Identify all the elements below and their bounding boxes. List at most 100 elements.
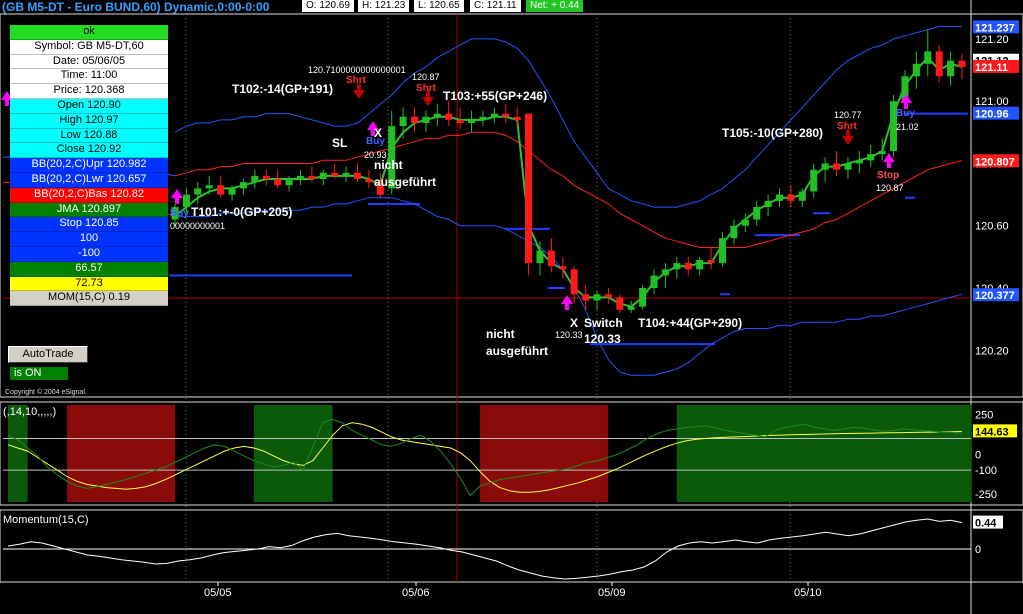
cursor-window-row: Low 120.88 [10,128,168,144]
candle-body [958,60,966,67]
trade-label-t102: T102:-14(GP+191) [232,82,334,96]
candle-body [639,288,647,307]
close-price-tag-text: 121.11 [975,62,1008,74]
autotrade-status: is ON [10,367,68,380]
cursor-window-row: MOM(15,C) 0.19 [10,291,168,307]
note-not-executed: ausgeführt [374,175,437,189]
cursor-window-row: BB(20,2,C)Bas 120.82 [10,187,168,203]
x-tick-label: 05/10 [794,587,822,599]
candle-body [570,269,578,295]
candle-body [650,275,658,289]
lower-band-tag-text: 120.377 [975,290,1015,302]
candle-body [833,163,841,170]
candle-body [559,266,567,270]
candle-body [730,225,738,239]
candle-body [935,51,943,77]
candle-body [422,116,430,123]
basis-tag-text: 120.807 [975,156,1015,168]
candle-body [912,63,920,77]
buy-signal-label: Buy [170,208,189,219]
header-bar: (GB M5-DT - Euro BUND,60) Dynamic,0:00-0… [0,0,1023,14]
cursor-window-row: Close 120.92 [10,143,168,159]
trade-label-t101: T101:+-0(GP+205) [191,205,293,219]
cci-zone [253,405,333,502]
candle-body [525,113,533,264]
price-label: 20.93 [364,150,387,160]
short-signal-label: Shrt [346,75,366,86]
buy-arrow-icon [887,162,891,168]
cursor-window-row: 100 [10,232,168,247]
candle-body [502,113,510,117]
autotrade-button[interactable]: AutoTrade [8,346,88,363]
candle-body [582,294,590,301]
cursor-window-row: Stop 120.85 [10,217,168,233]
cursor-window-row: BB(20,2,C)Upr 120.982 [10,158,168,173]
y-tick-label: 121.20 [975,34,1009,46]
cursor-window-row: Time: 11:00 [10,69,168,85]
price-label: 120.7100000000000001 [308,65,406,75]
copyright-text: Copyright © 2004 eSignal. [5,389,87,396]
y-tick-label: 120.60 [975,221,1009,233]
trade-label-t104: T104:+44(GP+290) [638,316,743,330]
candle-body [604,294,612,298]
cursor-window-row: BB(20,2,C)Lwr 120.657 [10,172,168,188]
candle-body [696,259,704,270]
cci-tick-label: 0 [975,449,981,461]
candle-body [707,259,715,264]
candle-body [353,172,361,180]
candle-body [205,185,213,189]
cursor-window-row: JMA 120.897 [10,202,168,218]
price-label: 21.02 [896,122,919,132]
y-tick-label: 121.00 [975,96,1009,108]
candle-body [479,116,487,120]
cursor-window-row: Date: 05/06/05 [10,54,168,70]
net-change-value: Net: + 0.44 [526,0,584,12]
switch-label: Switch [584,316,623,330]
cci-tick-label: -250 [975,489,997,501]
momentum-tick-label: 0 [975,544,981,556]
candle-body [947,60,955,77]
trade-label-t103: T103:+55(GP+246) [443,89,548,103]
candle-body [342,172,350,176]
candle-body [319,172,327,180]
cci-panel-label: (,14,10,,,,,) [3,406,57,418]
note-not-executed: nicht [486,327,515,341]
cursor-window-row: 66.57 [10,261,168,277]
x-tick-label: 05/06 [402,587,430,599]
note-not-executed: nicht [374,158,403,172]
candle-body [536,250,544,264]
candle-body [867,154,875,161]
stop-signal-label: Stop [877,170,900,181]
price-label: 120.33 [555,330,583,340]
cursor-window[interactable]: ok Symbol: GB M5-DT,60 Date: 05/06/05 Time:… [10,25,168,307]
candle-body [753,207,761,220]
high-value: H: 121.23 [358,0,410,12]
candle-body [787,194,795,201]
stop-tag-text: 120.96 [975,109,1009,121]
candle-body [776,194,784,201]
candle-body [194,188,202,195]
candle-body [399,116,407,127]
upper-band-tag-text: 121.237 [975,22,1015,34]
candle-body [593,294,601,301]
candle-body [239,182,247,189]
candle-body [547,250,555,267]
candle-body [661,269,669,276]
candle-body [627,306,635,310]
candle-body [274,179,282,186]
price-label: 120.87 [412,72,440,82]
candle-body [798,191,806,201]
candle-body [433,113,441,117]
candle-body [308,175,316,180]
price-label: 120.87 [876,183,904,193]
candle-body [445,113,453,120]
candle-body [924,51,932,64]
short-signal-label: Shrt [837,121,857,132]
x-tick-label: 05/09 [598,587,626,599]
candle-body [228,188,236,195]
cursor-window-row: Price: 120.368 [10,84,168,99]
candle-body [182,194,190,208]
candle-body [468,119,476,123]
open-value: O: 120.69 [302,0,354,12]
cursor-window-status: ok [10,25,168,40]
